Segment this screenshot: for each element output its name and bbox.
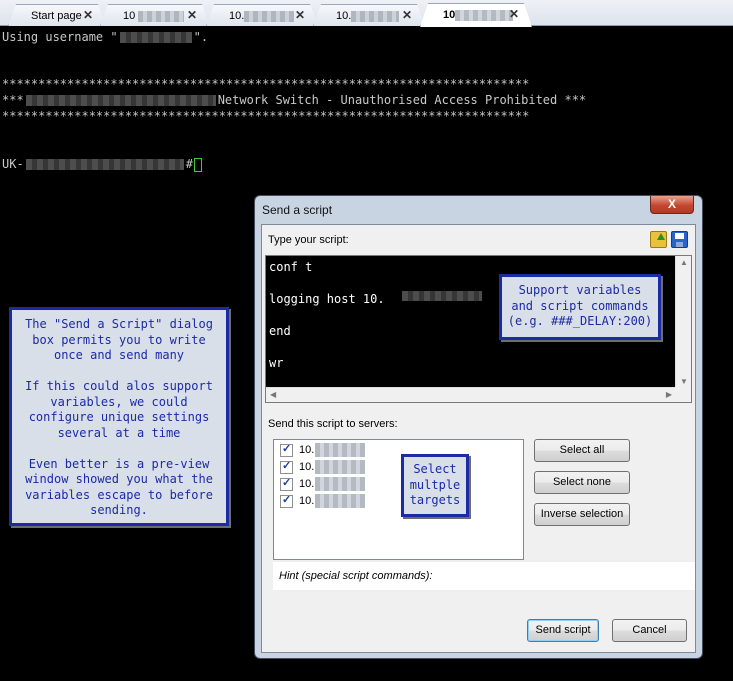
- servers-label: Send this script to servers:: [268, 418, 398, 430]
- terminal-prompt: UK- #: [2, 157, 202, 173]
- server-list[interactable]: 10. 10. 10. 10.: [273, 439, 524, 560]
- tab-label: 10: [123, 10, 184, 22]
- tab-bar: Start page ✕ 10 ✕ 10. ✕ 10. ✕ 10 ✕: [0, 0, 733, 26]
- annotation-note-left: The "Send a Script" dialog box permits y…: [9, 307, 229, 526]
- script-text[interactable]: conf t logging host 10. end wr: [269, 259, 385, 371]
- tab-label: 10.: [229, 10, 294, 22]
- dialog-title: Send a script: [262, 203, 333, 217]
- checkbox-checked[interactable]: [280, 493, 293, 508]
- tab-label: Start page: [31, 10, 82, 22]
- scroll-right-icon[interactable]: ▶: [666, 390, 672, 399]
- close-icon[interactable]: ✕: [402, 8, 412, 22]
- tab-label: 10.: [336, 10, 399, 22]
- cursor-icon: [193, 157, 202, 172]
- terminal-banner-border: ****************************************…: [2, 77, 530, 91]
- scroll-corner: [675, 387, 691, 402]
- hint-panel: Hint (special script commands):: [273, 562, 695, 590]
- scroll-down-icon[interactable]: ▼: [680, 377, 688, 386]
- server-item[interactable]: 10.: [280, 459, 366, 475]
- open-script-icon[interactable]: [650, 231, 667, 248]
- server-item[interactable]: 10.: [280, 442, 366, 458]
- close-button[interactable]: X: [650, 196, 694, 214]
- select-none-button[interactable]: Select none: [534, 471, 630, 494]
- close-icon[interactable]: ✕: [187, 8, 197, 22]
- checkbox-checked[interactable]: [280, 459, 293, 474]
- scroll-up-icon[interactable]: ▲: [680, 258, 688, 267]
- tab-start-page[interactable]: Start page ✕: [8, 4, 106, 26]
- tab-session-2[interactable]: 10. ✕: [206, 4, 318, 26]
- tab-label: 10: [443, 9, 513, 21]
- horizontal-scrollbar[interactable]: ◀ ▶: [266, 387, 676, 402]
- vertical-scrollbar[interactable]: ▲ ▼: [675, 256, 691, 388]
- send-script-dialog: Send a script X Type your script: conf t…: [254, 195, 703, 659]
- save-script-icon[interactable]: [671, 231, 688, 248]
- close-icon[interactable]: ✕: [83, 8, 93, 22]
- cancel-button[interactable]: Cancel: [612, 619, 687, 642]
- inverse-selection-button[interactable]: Inverse selection: [534, 503, 630, 526]
- hint-label: Hint (special script commands):: [279, 570, 433, 582]
- tab-session-4-active[interactable]: 10 ✕: [420, 3, 532, 27]
- annotation-note-targets: Select multple targets: [401, 454, 469, 517]
- terminal-banner-line: *** Network Switch - Unauthorised Access …: [2, 93, 587, 107]
- annotation-paragraph: Even better is a pre-view window showed …: [25, 456, 213, 518]
- close-icon[interactable]: ✕: [295, 8, 305, 22]
- server-item[interactable]: 10.: [280, 493, 366, 509]
- scroll-left-icon[interactable]: ◀: [270, 390, 276, 399]
- checkbox-checked[interactable]: [280, 442, 293, 457]
- close-icon[interactable]: ✕: [509, 7, 519, 21]
- annotation-paragraph: The "Send a Script" dialog box permits y…: [25, 317, 213, 362]
- send-script-button[interactable]: Send script: [527, 619, 599, 642]
- terminal-banner-border: ****************************************…: [2, 109, 530, 123]
- type-script-label: Type your script:: [268, 234, 349, 246]
- tab-session-1[interactable]: 10 ✕: [100, 4, 210, 26]
- redacted-ip: [402, 291, 482, 301]
- terminal-login-line: Using username " ".: [2, 30, 209, 44]
- annotation-note-variables: Support variables and script commands (e…: [499, 274, 661, 340]
- select-all-button[interactable]: Select all: [534, 439, 630, 462]
- checkbox-checked[interactable]: [280, 476, 293, 491]
- server-item[interactable]: 10.: [280, 476, 366, 492]
- tab-session-3[interactable]: 10. ✕: [313, 4, 425, 26]
- annotation-paragraph: If this could alos support variables, we…: [25, 379, 213, 440]
